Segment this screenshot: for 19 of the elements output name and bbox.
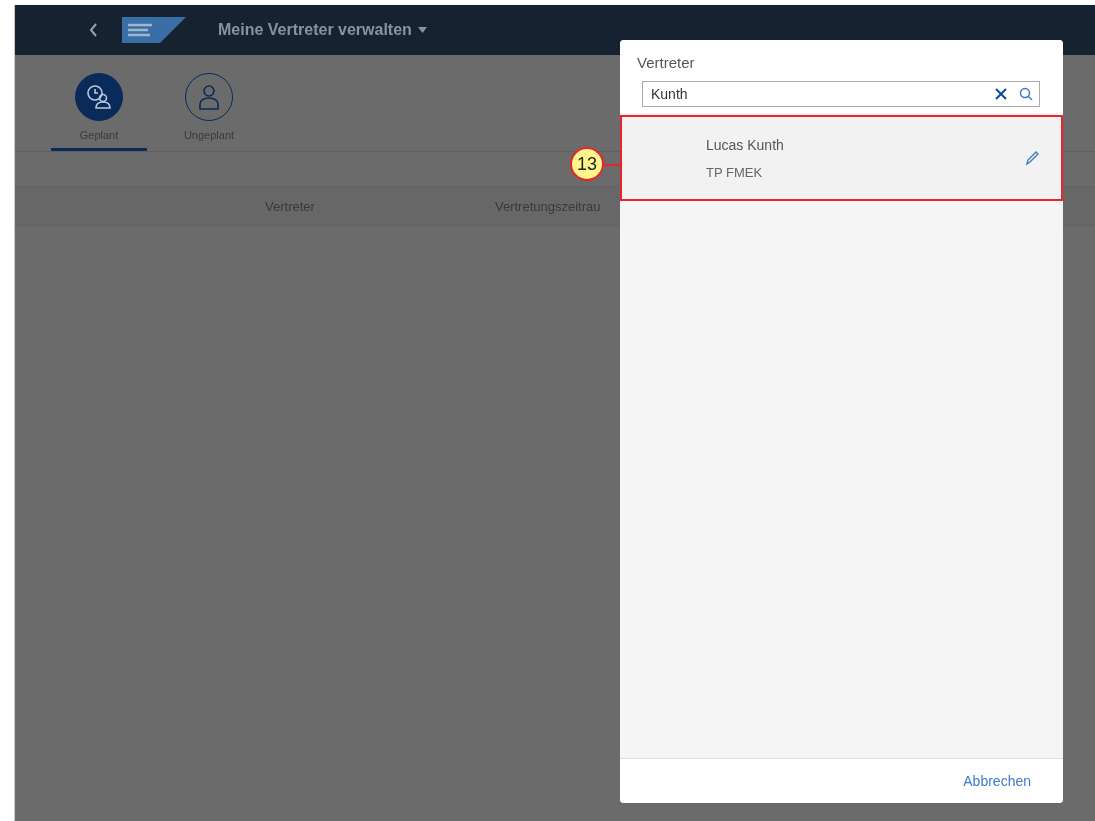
clock-person-icon: [85, 83, 113, 111]
item-subtitle: TP FMEK: [706, 164, 764, 180]
list-item[interactable]: Lucas Kunth TP FMEK: [620, 115, 1063, 201]
pencil-icon[interactable]: [1025, 150, 1039, 166]
search-icon: [1019, 87, 1033, 101]
back-icon: [89, 22, 98, 37]
search-field[interactable]: Kunth: [642, 81, 1040, 107]
logo-icon: [122, 17, 186, 43]
search-input[interactable]: Kunth: [651, 86, 983, 102]
item-name: Lucas Kunth: [706, 136, 785, 153]
app-title[interactable]: Meine Vertreter verwalten: [218, 21, 427, 39]
caret-icon: [417, 27, 427, 33]
person-icon: [196, 83, 222, 111]
search-button[interactable]: [1019, 87, 1033, 101]
dialog-title: Vertreter: [637, 54, 696, 71]
close-icon: [995, 88, 1007, 100]
leader-line: [604, 164, 621, 166]
clear-button[interactable]: [995, 88, 1007, 100]
cancel-button[interactable]: Abbrechen: [957, 772, 1037, 790]
